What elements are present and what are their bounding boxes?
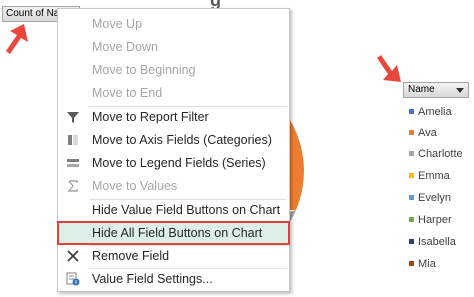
legend-entry-label: Charlotte (418, 148, 463, 160)
menu-item-move-down[interactable]: Move Down (58, 36, 289, 58)
legend-field-button[interactable]: Name (403, 82, 469, 98)
menu-item-move-to-beginning[interactable]: Move to Beginning (58, 59, 289, 81)
menu-item-label: Move to Legend Fields (Series) (92, 156, 266, 170)
legend-entry-label: Isabella (418, 236, 456, 248)
menu-item-label: Value Field Settings... (92, 272, 213, 286)
menu-item-move-to-axis-fields[interactable]: Move to Axis Fields (Categories) (58, 129, 289, 151)
legend-entry-label: Mia (418, 258, 436, 270)
menu-item-hide-value-field-buttons[interactable]: Hide Value Field Buttons on Chart (58, 199, 289, 221)
remove-x-icon (67, 250, 79, 262)
menu-item-label: Remove Field (92, 249, 170, 263)
legend-swatch (409, 130, 414, 135)
menu-item-move-to-report-filter[interactable]: Move to Report Filter (58, 106, 289, 128)
legend-entry-label: Emma (418, 170, 450, 182)
menu-item-label: Hide All Field Buttons on Chart (92, 226, 263, 240)
legend-entry-label: Harper (418, 214, 452, 226)
menu-item-label: Move to Beginning (92, 63, 196, 77)
menu-item-label: Move to Report Filter (92, 110, 209, 124)
legend-swatch (409, 217, 414, 222)
legend-swatch (409, 151, 414, 156)
menu-item-move-to-end[interactable]: Move to End (58, 82, 289, 104)
menu-item-label: Move Down (92, 40, 158, 54)
legend-entry-label: Evelyn (418, 192, 452, 204)
menu-item-label: Hide Value Field Buttons on Chart (92, 203, 281, 217)
annotation-arrow-right (377, 55, 401, 82)
field-context-menu: Move Up Move Down Move to Beginning Move… (57, 8, 290, 292)
menu-item-label: Move to End (92, 86, 163, 100)
annotation-arrow-left (6, 24, 28, 54)
chevron-down-icon[interactable] (456, 88, 464, 93)
menu-item-move-up[interactable]: Move Up (58, 13, 289, 35)
filter-icon (67, 112, 79, 123)
field-settings-icon (66, 272, 80, 286)
sigma-icon (67, 180, 78, 192)
legend-entry-label: Amelia (418, 106, 452, 118)
menu-item-hide-all-field-buttons[interactable]: Hide All Field Buttons on Chart (57, 221, 290, 245)
legend-entry-label: Ava (418, 127, 437, 139)
menu-item-label: Move to Axis Fields (Categories) (92, 133, 272, 147)
pie-slice-charlotte (290, 210, 296, 222)
legend-header-label: Name (408, 84, 435, 95)
menu-item-value-field-settings[interactable]: Value Field Settings... (58, 268, 289, 290)
legend-fields-icon (67, 159, 79, 167)
menu-item-remove-field[interactable]: Remove Field (58, 245, 289, 267)
legend-swatch (409, 261, 414, 266)
legend-swatch (409, 173, 414, 178)
legend-swatch (409, 109, 414, 114)
axis-fields-icon (68, 135, 78, 145)
pie-slice-ava (290, 120, 304, 210)
menu-item-move-to-legend-fields[interactable]: Move to Legend Fields (Series) (58, 152, 289, 174)
menu-item-label: Move to Values (92, 179, 178, 193)
menu-item-move-to-values[interactable]: Move to Values (58, 175, 289, 197)
legend-swatch (409, 239, 414, 244)
legend-swatch (409, 195, 414, 200)
menu-item-label: Move Up (92, 17, 143, 31)
